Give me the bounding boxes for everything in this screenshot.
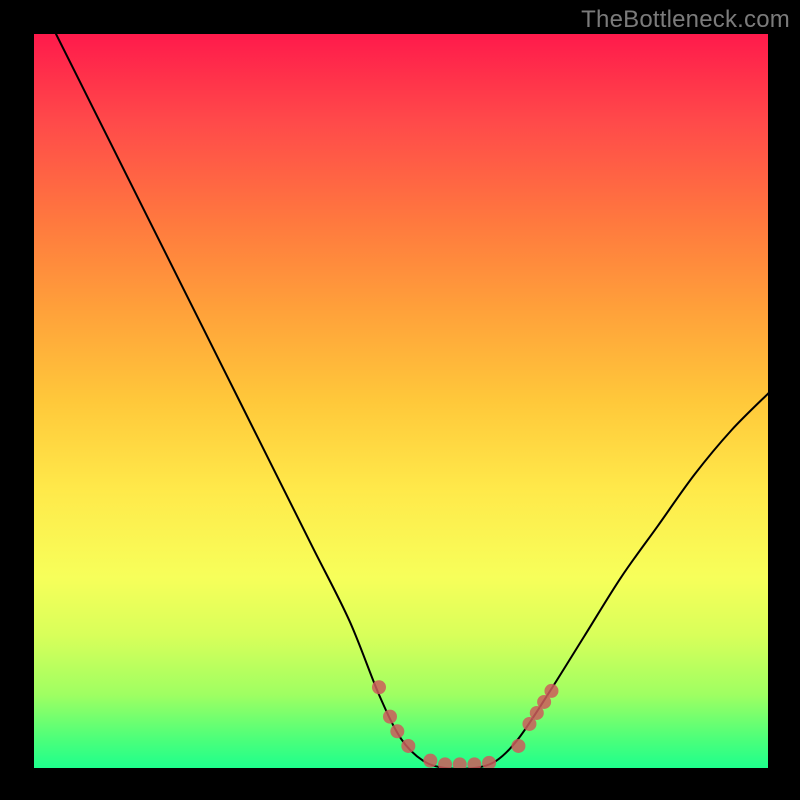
chart-frame: TheBottleneck.com	[0, 0, 800, 800]
plot-area	[34, 34, 768, 768]
data-marker	[383, 710, 397, 724]
marker-group	[372, 680, 558, 768]
data-marker	[401, 739, 415, 753]
data-marker	[511, 739, 525, 753]
watermark-text: TheBottleneck.com	[581, 6, 790, 34]
data-marker	[482, 756, 496, 768]
bottleneck-curve	[56, 34, 768, 768]
data-marker	[467, 757, 481, 768]
data-marker	[390, 724, 404, 738]
data-marker	[453, 757, 467, 768]
data-marker	[372, 680, 386, 694]
chart-svg	[34, 34, 768, 768]
data-marker	[544, 684, 558, 698]
data-marker	[438, 757, 452, 768]
data-marker	[423, 754, 437, 768]
